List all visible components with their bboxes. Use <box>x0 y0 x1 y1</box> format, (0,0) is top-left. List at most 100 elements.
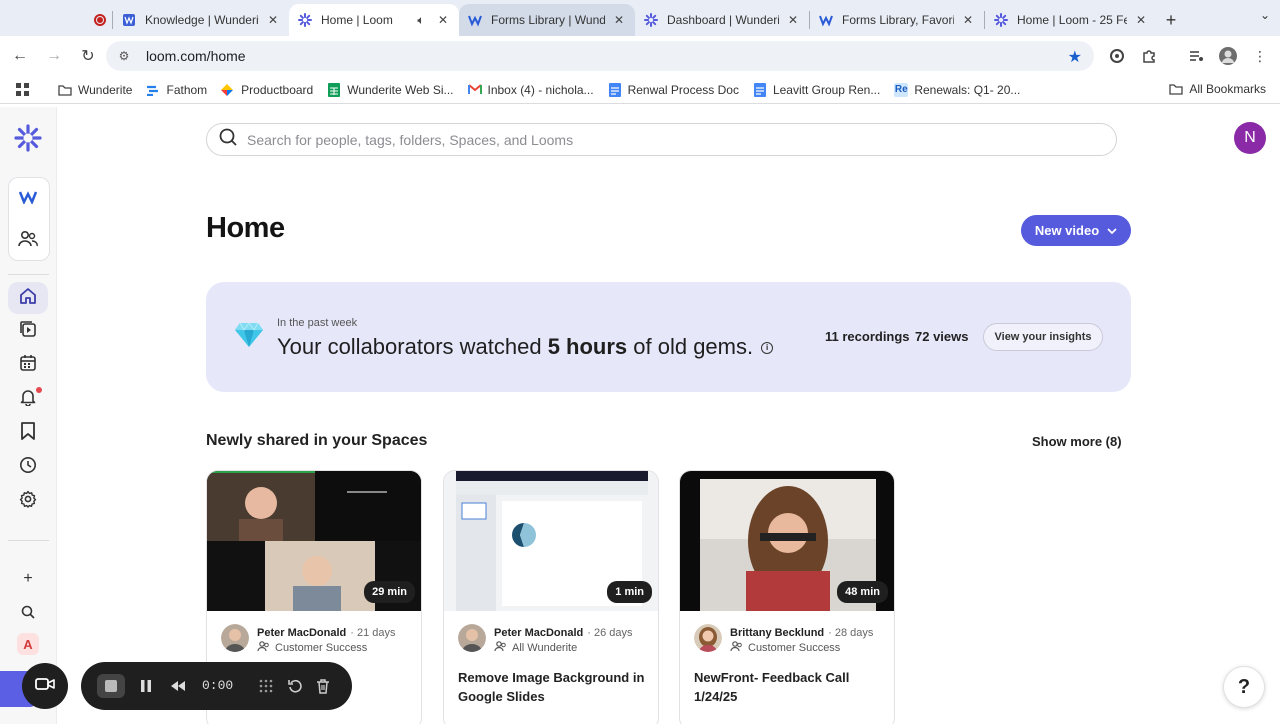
bookmark-wunderite-web[interactable]: Wunderite Web Si... <box>327 82 454 97</box>
tab-title: Home | Loom - 25 Feb <box>1017 13 1127 27</box>
duration-badge: 1 min <box>607 581 652 603</box>
close-icon[interactable]: ✕ <box>960 12 976 28</box>
show-more-link[interactable]: Show more (8) <box>1032 434 1122 449</box>
tab-home-loom-feb[interactable]: Home | Loom - 25 Feb ✕ <box>985 4 1157 36</box>
search-bar[interactable] <box>206 123 1117 156</box>
user-avatar[interactable]: N <box>1234 122 1266 154</box>
bookmark-leavitt[interactable]: Leavitt Group Ren... <box>753 82 880 97</box>
library-icon <box>19 320 37 343</box>
bookmark-label: Renewals: Q1- 20... <box>914 82 1021 97</box>
sidebar-item-notifications[interactable] <box>8 383 48 415</box>
author-text: Brittany Becklund <box>730 627 825 639</box>
close-icon[interactable]: ✕ <box>435 12 451 28</box>
restart-icon[interactable] <box>285 676 305 696</box>
tab-title: Forms Library, Favorites <box>842 13 954 27</box>
view-insights-button[interactable]: View your insights <box>983 323 1103 351</box>
docs-icon <box>753 82 767 97</box>
rewind-icon[interactable] <box>168 676 188 696</box>
url-text[interactable]: loom.com/home <box>146 48 246 64</box>
page-title: Home <box>206 212 285 244</box>
apps-grid-icon[interactable] <box>16 82 30 97</box>
trash-icon[interactable] <box>313 676 333 696</box>
sidebar-item-history[interactable] <box>8 451 48 483</box>
recording-timer: 0:00 <box>202 678 234 693</box>
close-icon[interactable]: ✕ <box>1133 12 1149 28</box>
bookmark-fathom[interactable]: Fathom <box>146 83 207 97</box>
tab-forms-library-favorites[interactable]: Forms Library, Favorites ✕ <box>810 4 984 36</box>
folder-icon <box>58 83 72 97</box>
back-arrow-icon[interactable]: ← <box>4 40 36 72</box>
address-bar[interactable]: ⚙︎ loom.com/home ★ <box>106 41 1094 71</box>
video-thumbnail[interactable]: 48 min <box>680 471 894 611</box>
site-settings-icon[interactable]: ⚙︎ <box>116 48 132 64</box>
bookmark-star-icon[interactable]: ★ <box>1068 47 1082 67</box>
bookmark-renewals[interactable]: Re Renewals: Q1- 20... <box>894 82 1021 97</box>
stop-recording-button[interactable] <box>97 674 125 698</box>
wunderite-icon[interactable] <box>8 181 48 213</box>
space-name: Customer Success <box>748 642 841 654</box>
sidebar-divider <box>8 540 49 541</box>
plus-icon[interactable]: + <box>8 563 48 595</box>
camera-toggle-button[interactable] <box>22 663 68 709</box>
search-icon[interactable] <box>8 596 48 628</box>
sheets-icon <box>327 82 341 97</box>
drag-handle-icon[interactable] <box>256 676 276 696</box>
new-video-button[interactable]: New video <box>1021 215 1131 246</box>
close-icon[interactable]: ✕ <box>265 12 281 28</box>
video-title[interactable]: Remove Image Background in Google Slides <box>458 668 653 706</box>
clock-icon <box>19 456 37 479</box>
video-card[interactable]: 48 min Brittany Becklund · 28 days Custom… <box>679 470 895 724</box>
views-count: 72 views <box>915 329 969 344</box>
extensions-puzzle-icon[interactable] <box>1137 44 1161 68</box>
timestamp: · 26 days <box>587 627 633 639</box>
search-input[interactable] <box>247 131 1067 148</box>
sidebar-item-bookmarks[interactable] <box>8 417 48 449</box>
browser-tab-strip: Knowledge | Wunderite ✕ Home | Loom 🔈︎ ✕… <box>0 0 1280 36</box>
people-icon[interactable] <box>8 223 48 255</box>
media-controls-icon[interactable] <box>1184 44 1208 68</box>
profile-avatar-icon[interactable] <box>1216 44 1240 68</box>
sidebar-item-settings[interactable] <box>8 485 48 517</box>
tab-home-loom[interactable]: Home | Loom 🔈︎ ✕ <box>289 4 459 36</box>
new-tab-button[interactable]: + <box>1157 4 1185 36</box>
space-label: Customer Success <box>730 641 840 655</box>
close-icon[interactable]: ✕ <box>785 12 801 28</box>
gear-icon <box>19 490 37 513</box>
forward-arrow-icon[interactable]: → <box>38 40 70 72</box>
extension-loom-icon[interactable] <box>1105 44 1129 68</box>
kebab-menu-icon[interactable]: ⋮ <box>1248 44 1272 68</box>
help-button[interactable]: ? <box>1223 666 1265 708</box>
bookmarks-bar: Wunderite Fathom Productboard Wunderite … <box>0 76 1280 104</box>
tab-knowledge[interactable]: Knowledge | Wunderite ✕ <box>113 4 289 36</box>
fathom-icon <box>146 83 160 97</box>
sidebar-item-calendar[interactable] <box>8 349 48 381</box>
bookmark-productboard[interactable]: Productboard <box>221 83 313 97</box>
speaker-icon[interactable]: 🔈︎ <box>413 12 429 28</box>
close-icon[interactable]: ✕ <box>611 12 627 28</box>
tab-dashboard[interactable]: Dashboard | Wunderite ✕ <box>635 4 809 36</box>
tab-recording[interactable] <box>0 4 112 36</box>
sidebar-item-home[interactable] <box>8 282 48 314</box>
bookmark-wunderite[interactable]: Wunderite <box>58 83 132 97</box>
tab-forms-library[interactable]: Forms Library | Wunderite ✕ <box>459 4 635 36</box>
bookmark-inbox[interactable]: Inbox (4) - nichola... <box>467 83 594 97</box>
loom-logo-icon[interactable] <box>8 122 48 154</box>
wunderite-w-icon <box>818 12 834 28</box>
tab-search-chevron-icon[interactable]: ⌄ <box>1260 8 1270 22</box>
video-thumbnail[interactable]: 29 min <box>207 471 421 611</box>
video-thumbnail[interactable]: 1 min <box>444 471 658 611</box>
avatar <box>221 624 249 652</box>
video-card[interactable]: 1 min Peter MacDonald · 26 days All Wunde… <box>443 470 659 724</box>
sidebar-item-library[interactable] <box>8 315 48 347</box>
re-icon: Re <box>894 82 909 97</box>
video-title[interactable]: NewFront- Feedback Call 1/24/25 <box>694 668 889 706</box>
all-bookmarks[interactable]: All Bookmarks <box>1169 82 1266 96</box>
bookmark-renwal-process[interactable]: Renwal Process Doc <box>608 82 739 97</box>
workspace-avatar[interactable]: A <box>8 628 48 660</box>
people-icon <box>494 641 507 655</box>
reload-icon[interactable]: ↻ <box>72 40 104 72</box>
pause-icon[interactable] <box>136 676 156 696</box>
insights-eyebrow: In the past week <box>277 317 358 329</box>
bookmark-label: Productboard <box>241 82 314 97</box>
info-icon[interactable]: i <box>761 342 774 355</box>
